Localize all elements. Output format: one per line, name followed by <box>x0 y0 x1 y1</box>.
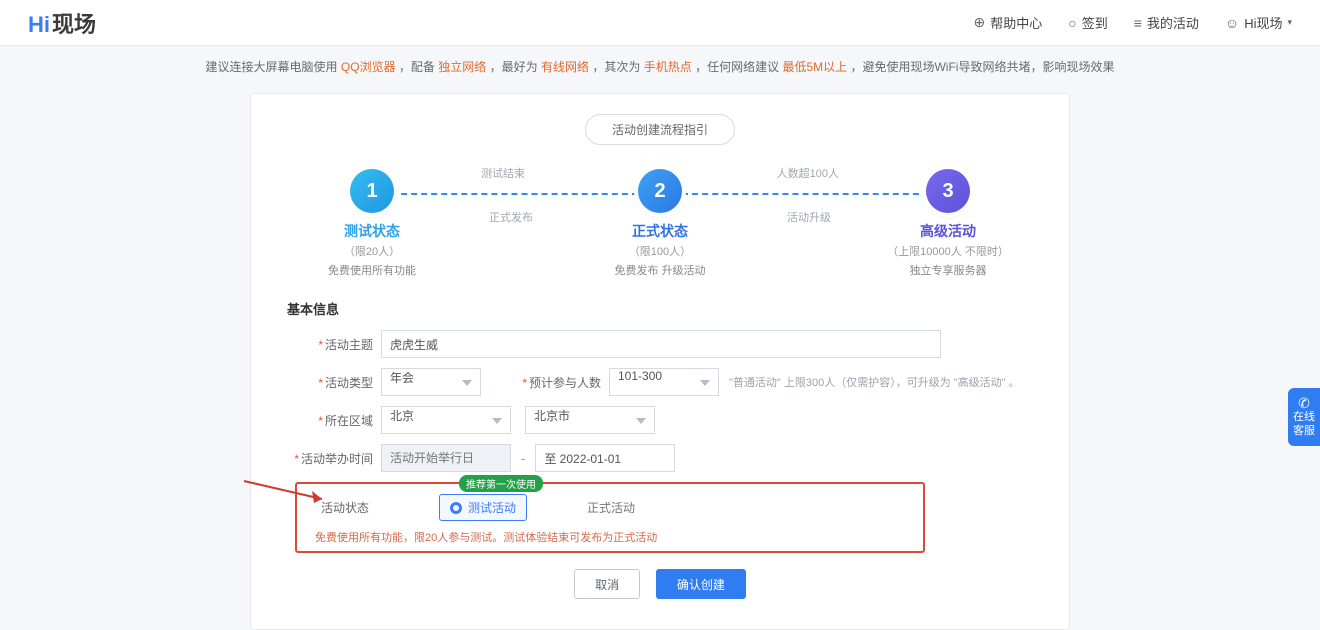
participants-hint: "普通活动" 上限300人（仅需护容），可升级为 "高级活动" 。 <box>729 374 1020 390</box>
type-select[interactable]: 年会 <box>381 368 481 396</box>
step-mid-top-2: 人数超100人 <box>777 165 839 181</box>
subject-input[interactable] <box>381 330 941 358</box>
step-title-1: 测试状态 <box>277 221 467 241</box>
step-desc-3: 独立专享服务器 <box>853 262 1043 278</box>
circle-icon: ○ <box>1068 15 1076 31</box>
participants-select[interactable]: 101-300 <box>609 368 719 396</box>
step-formal: 2 正式状态 （限100人） 免费发布 升级活动 <box>565 169 755 278</box>
step-premium: 3 高级活动 （上限10000人 不限时） 独立专享服务器 <box>853 169 1043 278</box>
row-time: *活动举办时间 - <box>287 444 1033 472</box>
cancel-button[interactable]: 取消 <box>574 569 640 599</box>
time-separator: - <box>521 451 525 466</box>
step-sub-3: （上限10000人 不限时） <box>853 243 1043 259</box>
top-bar: Hi现场 ⊕帮助中心 ○签到 ≡我的活动 ☺Hi现场▾ <box>0 0 1320 46</box>
area-province-select[interactable]: 北京 <box>381 406 511 434</box>
status-radio-formal[interactable]: 正式活动 <box>587 499 635 516</box>
headset-icon: ✆ <box>1292 396 1316 410</box>
step-mid-bot-2: 活动升级 <box>787 209 831 225</box>
plus-circle-icon: ⊕ <box>973 14 985 31</box>
floating-support-tag[interactable]: ✆ 在线客服 <box>1288 388 1320 446</box>
step-title-3: 高级活动 <box>853 221 1043 241</box>
section-basic-info: 基本信息 <box>287 299 1033 318</box>
participants-label: *预计参与人数 <box>481 374 601 391</box>
step-circle-1: 1 <box>350 169 394 213</box>
advice-banner: 建议连接大屏幕电脑使用 QQ浏览器 ，配备 独立网络 ，最好为 有线网络 ，其次… <box>0 46 1320 87</box>
guide-button[interactable]: 活动创建流程指引 <box>585 114 735 145</box>
step-sub-1: （限20人） <box>277 243 467 259</box>
create-activity-card: 活动创建流程指引 测试结束 正式发布 人数超100人 活动升级 1 测试状态 （… <box>250 93 1070 630</box>
list-icon: ≡ <box>1134 15 1142 31</box>
type-label: *活动类型 <box>287 374 373 391</box>
step-mid-top-1: 测试结束 <box>481 165 525 181</box>
user-icon: ☺ <box>1225 15 1239 31</box>
button-row: 取消 确认创建 <box>287 569 1033 599</box>
status-label: 活动状态 <box>311 499 379 516</box>
time-label: *活动举办时间 <box>287 450 373 467</box>
status-options: 活动状态 测试活动 正式活动 <box>311 494 909 521</box>
nav-help[interactable]: ⊕帮助中心 <box>973 13 1042 32</box>
row-area: *所在区域 北京 北京市 <box>287 406 1033 434</box>
row-type: *活动类型 年会 *预计参与人数 101-300 "普通活动" 上限300人（仅… <box>287 368 1033 396</box>
time-end-input[interactable] <box>535 444 675 472</box>
area-label: *所在区域 <box>287 412 373 429</box>
subject-label: *活动主题 <box>287 336 373 353</box>
area-city-select[interactable]: 北京市 <box>525 406 655 434</box>
steps-flow: 测试结束 正式发布 人数超100人 活动升级 1 测试状态 （限20人） 免费使… <box>311 165 1009 285</box>
step-mid-bot-1: 正式发布 <box>489 209 533 225</box>
step-desc-2: 免费发布 升级活动 <box>565 262 755 278</box>
status-hint: 免费使用所有功能，限20人参与测试。测试体验结束可发布为正式活动 <box>315 529 909 545</box>
step-sub-2: （限100人） <box>565 243 755 259</box>
time-start-input[interactable] <box>381 444 511 472</box>
logo-hi: Hi <box>28 12 50 37</box>
row-subject: *活动主题 <box>287 330 1033 358</box>
logo[interactable]: Hi现场 <box>28 7 96 39</box>
nav-signin[interactable]: ○签到 <box>1068 13 1107 32</box>
top-nav: ⊕帮助中心 ○签到 ≡我的活动 ☺Hi现场▾ <box>973 13 1292 32</box>
status-radio-test[interactable]: 测试活动 <box>439 494 527 521</box>
step-circle-3: 3 <box>926 169 970 213</box>
row-status: 推荐第一次使用 活动状态 测试活动 正式活动 免费使用所有功能，限20人参与测试… <box>287 482 1033 553</box>
nav-activities[interactable]: ≡我的活动 <box>1134 13 1199 32</box>
radio-dot-icon <box>450 502 462 514</box>
logo-ch: 现场 <box>52 12 96 37</box>
confirm-create-button[interactable]: 确认创建 <box>656 569 746 599</box>
status-highlight-frame: 推荐第一次使用 活动状态 测试活动 正式活动 免费使用所有功能，限20人参与测试… <box>295 482 925 553</box>
step-title-2: 正式状态 <box>565 221 755 241</box>
step-test: 1 测试状态 （限20人） 免费使用所有功能 <box>277 169 467 278</box>
recommended-badge: 推荐第一次使用 <box>459 475 543 492</box>
nav-user[interactable]: ☺Hi现场▾ <box>1225 13 1292 32</box>
chevron-down-icon: ▾ <box>1287 17 1292 28</box>
step-desc-1: 免费使用所有功能 <box>277 262 467 278</box>
step-circle-2: 2 <box>638 169 682 213</box>
